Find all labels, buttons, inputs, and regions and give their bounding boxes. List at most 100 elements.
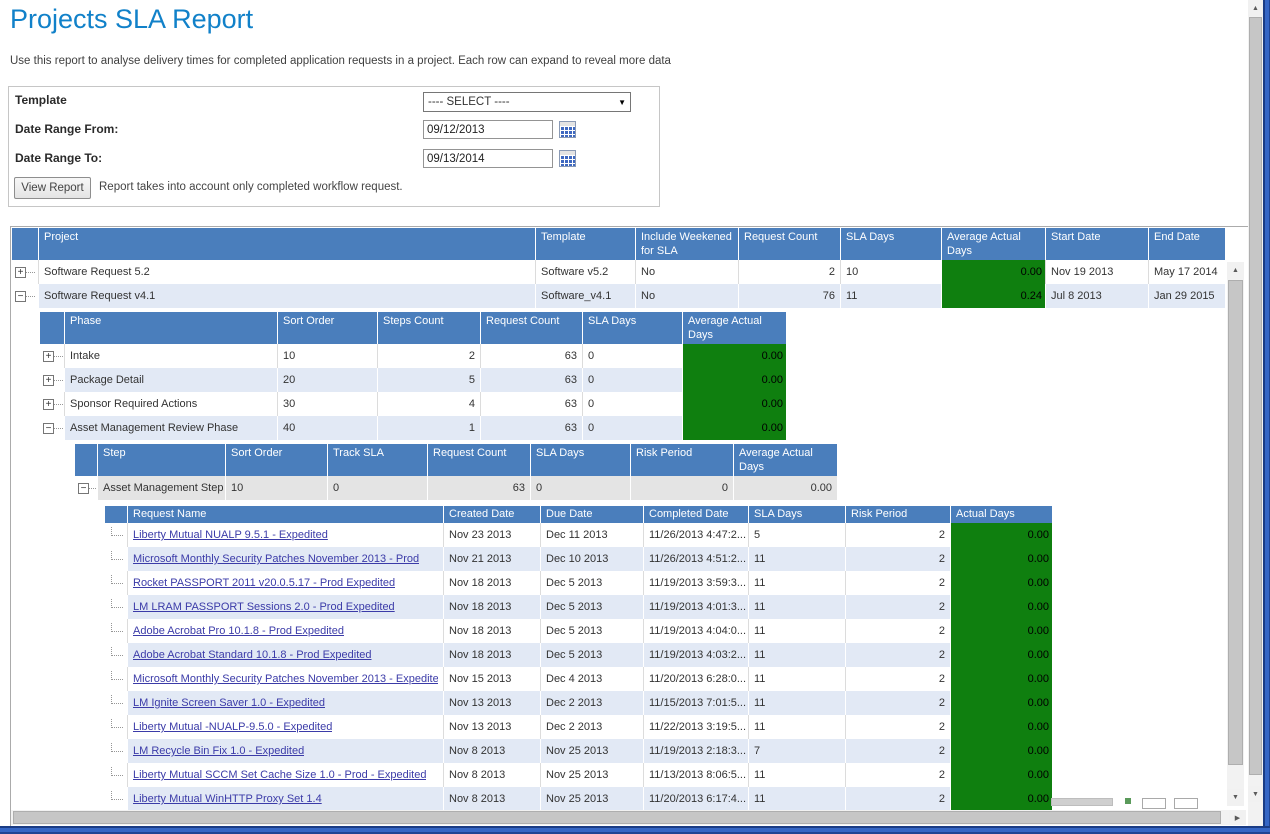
date-from-input[interactable] — [423, 120, 553, 139]
cell-template: Software_v4.1 — [535, 284, 635, 308]
collapse-icon[interactable]: − — [15, 291, 26, 302]
cell-created_date: Nov 8 2013 — [443, 787, 540, 811]
page-vertical-scrollbar[interactable]: ▲ ▼ — [1248, 0, 1263, 826]
clipped-footer-content — [1051, 798, 1227, 810]
column-header-avg_actual_days: Average Actual Days — [733, 444, 837, 476]
cell-created_date: Nov 18 2013 — [443, 571, 540, 595]
report-scrollbar-thumb[interactable] — [1228, 280, 1243, 765]
page-title: Projects SLA Report — [10, 4, 253, 35]
report-scroll-down-icon[interactable]: ▼ — [1227, 789, 1244, 806]
table-row: Liberty Mutual -NUALP-9.5.0 - ExpeditedN… — [105, 715, 1052, 739]
request-link[interactable]: LM Ignite Screen Saver 1.0 - Expedited — [133, 697, 325, 709]
template-select[interactable]: ---- SELECT ---- ▼ — [423, 92, 631, 112]
report-scroll-right-icon[interactable]: ▶ — [1229, 810, 1246, 825]
cell-sla_days: 11 — [748, 787, 845, 811]
report-hscrollbar-thumb[interactable] — [13, 811, 1221, 824]
page-scrollbar-thumb[interactable] — [1249, 17, 1262, 775]
expand-icon[interactable]: + — [15, 267, 26, 278]
cell-completed_date: 11/26/2013 4:47:2... — [643, 523, 748, 547]
cell-completed_date: 11/26/2013 4:51:2... — [643, 547, 748, 571]
request-link[interactable]: Adobe Acrobat Standard 10.1.8 - Prod Exp… — [133, 649, 372, 661]
cell-sort_order: 20 — [277, 368, 377, 392]
request-link[interactable]: LM LRAM PASSPORT Sessions 2.0 - Prod Exp… — [133, 601, 395, 613]
header-spacer — [40, 312, 64, 344]
cell-risk_period: 2 — [845, 643, 950, 667]
cell-phase: Package Detail — [64, 368, 277, 392]
expander-cell: + — [40, 368, 64, 392]
project-table: ProjectTemplateInclude Weekened for SLAR… — [12, 228, 1225, 308]
cell-actual_days: 0.00 — [950, 667, 1052, 691]
template-label: Template — [15, 93, 67, 107]
table-row: Adobe Acrobat Standard 10.1.8 - Prod Exp… — [105, 643, 1052, 667]
request-link[interactable]: Rocket PASSPORT 2011 v20.0.5.17 - Prod E… — [133, 577, 395, 589]
request-link[interactable]: Liberty Mutual WinHTTP Proxy Set 1.4 — [133, 793, 322, 805]
cell-risk_period: 2 — [845, 571, 950, 595]
date-from-calendar-icon[interactable] — [559, 121, 576, 138]
tree-leaf-icon — [111, 695, 123, 704]
cell-include_weekend: No — [635, 284, 738, 308]
filter-panel: Template Date Range From: Date Range To:… — [8, 86, 660, 207]
cell-avg_actual_days: 0.24 — [941, 284, 1045, 308]
expand-icon[interactable]: + — [43, 399, 54, 410]
collapse-icon[interactable]: − — [78, 483, 89, 494]
column-header-sla_days: SLA Days — [748, 506, 845, 523]
collapse-icon[interactable]: − — [43, 423, 54, 434]
request-link[interactable]: Liberty Mutual NUALP 9.5.1 - Expedited — [133, 529, 328, 541]
expander-cell: + — [40, 344, 64, 368]
request-link[interactable]: Microsoft Monthly Security Patches Novem… — [133, 673, 438, 685]
cell-risk_period: 2 — [845, 715, 950, 739]
cell-sla_days: 11 — [748, 619, 845, 643]
cell-step: Asset Management Step — [97, 476, 225, 500]
page-scroll-up-icon[interactable]: ▲ — [1248, 0, 1263, 16]
report-horizontal-scrollbar[interactable]: ▶ — [11, 810, 1246, 825]
request-link[interactable]: Liberty Mutual SCCM Set Cache Size 1.0 -… — [133, 769, 426, 781]
expander-cell — [105, 547, 127, 571]
cell-request_count: 76 — [738, 284, 840, 308]
cell-phase: Intake — [64, 344, 277, 368]
expand-icon[interactable]: + — [43, 375, 54, 386]
template-select-value: ---- SELECT ---- — [428, 96, 510, 108]
cell-sla_days: 0 — [582, 344, 682, 368]
cell-sla_days: 11 — [748, 763, 845, 787]
cell-risk_period: 0 — [630, 476, 733, 500]
cell-completed_date: 11/13/2013 8:06:5... — [643, 763, 748, 787]
cell-sort_order: 40 — [277, 416, 377, 440]
cell-steps_count: 5 — [377, 368, 480, 392]
expander-cell — [105, 739, 127, 763]
column-header-request_name: Request Name — [127, 506, 443, 523]
cell-created_date: Nov 13 2013 — [443, 691, 540, 715]
column-header-track_sla: Track SLA — [327, 444, 427, 476]
cell-risk_period: 2 — [845, 619, 950, 643]
cell-project: Software Request v4.1 — [38, 284, 535, 308]
date-to-input[interactable] — [423, 149, 553, 168]
request-link[interactable]: Adobe Acrobat Pro 10.1.8 - Prod Expedite… — [133, 625, 344, 637]
cell-request_name: Adobe Acrobat Pro 10.1.8 - Prod Expedite… — [127, 619, 443, 643]
request-link[interactable]: Liberty Mutual -NUALP-9.5.0 - Expedited — [133, 721, 332, 733]
report-scroll-up-icon[interactable]: ▲ — [1227, 262, 1244, 279]
column-header-steps_count: Steps Count — [377, 312, 480, 344]
cell-request_name: Liberty Mutual WinHTTP Proxy Set 1.4 — [127, 787, 443, 811]
page-scroll-down-icon[interactable]: ▼ — [1248, 786, 1263, 802]
page-description: Use this report to analyse delivery time… — [10, 55, 671, 67]
cell-due_date: Dec 4 2013 — [540, 667, 643, 691]
cell-avg_actual_days: 0.00 — [682, 416, 786, 440]
cell-steps_count: 2 — [377, 344, 480, 368]
column-header-sla_days: SLA Days — [582, 312, 682, 344]
report-vertical-scrollbar[interactable]: ▲ ▼ — [1227, 262, 1244, 806]
column-header-completed_date: Completed Date — [643, 506, 748, 523]
request-link[interactable]: LM Recycle Bin Fix 1.0 - Expedited — [133, 745, 304, 757]
expander-cell — [105, 523, 127, 547]
request-link[interactable]: Microsoft Monthly Security Patches Novem… — [133, 553, 419, 565]
expand-icon[interactable]: + — [43, 351, 54, 362]
cell-sla_days: 11 — [748, 691, 845, 715]
cell-actual_days: 0.00 — [950, 571, 1052, 595]
date-to-calendar-icon[interactable] — [559, 150, 576, 167]
expander-cell — [105, 691, 127, 715]
cell-sla_days: 11 — [748, 571, 845, 595]
cell-phase: Asset Management Review Phase — [64, 416, 277, 440]
cell-risk_period: 2 — [845, 595, 950, 619]
view-report-button[interactable]: View Report — [14, 177, 91, 199]
cell-risk_period: 2 — [845, 667, 950, 691]
cell-request_name: LM Ignite Screen Saver 1.0 - Expedited — [127, 691, 443, 715]
cell-created_date: Nov 21 2013 — [443, 547, 540, 571]
